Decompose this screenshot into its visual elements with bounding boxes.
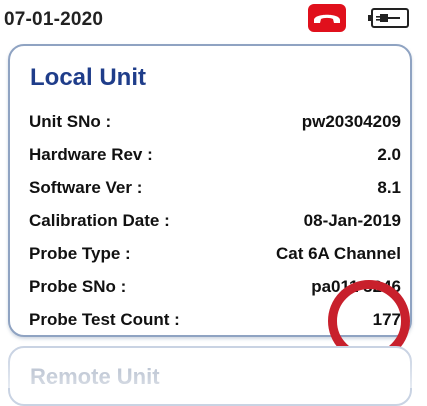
info-row-unit-sno: Unit SNo : pw20304209	[29, 112, 401, 134]
battery-plug-icon	[366, 6, 414, 30]
row-value: Cat 6A Channel	[275, 244, 401, 263]
date-display: 07-01-2020	[4, 9, 104, 30]
row-label: Software Ver :	[29, 178, 143, 197]
remote-unit-title: Remote Unit	[30, 364, 160, 389]
info-row-calibration-date: Calibration Date : 08-Jan-2019	[29, 211, 401, 233]
status-bar: 07-01-2020	[0, 0, 427, 36]
info-row-probe-test-count: Probe Test Count : 177	[29, 310, 401, 332]
row-label: Probe SNo :	[29, 277, 127, 296]
row-label: Unit SNo :	[29, 112, 112, 131]
remote-unit-card[interactable]: Remote Unit	[8, 346, 412, 406]
info-row-hardware-rev: Hardware Rev : 2.0	[29, 145, 401, 167]
row-label: Probe Type :	[29, 244, 131, 263]
info-row-probe-sno: Probe SNo : pa011 3246	[29, 277, 401, 299]
local-unit-card: Local Unit Unit SNo : pw20304209 Hardwar…	[8, 44, 412, 337]
row-value: 8.1	[377, 178, 401, 197]
row-value: pa011 3246	[311, 277, 401, 296]
row-value: pw20304209	[301, 112, 401, 131]
row-value: 2.0	[377, 145, 401, 164]
phone-hangup-icon[interactable]	[308, 4, 346, 32]
row-label: Calibration Date :	[29, 211, 170, 230]
local-unit-title: Local Unit	[30, 64, 147, 91]
row-label: Probe Test Count :	[29, 310, 180, 329]
info-row-software-ver: Software Ver : 8.1	[29, 178, 401, 200]
row-label: Hardware Rev :	[29, 145, 153, 164]
row-value: 08-Jan-2019	[303, 211, 401, 230]
info-row-probe-type: Probe Type : Cat 6A Channel	[29, 244, 401, 266]
row-value: 177	[372, 310, 401, 329]
